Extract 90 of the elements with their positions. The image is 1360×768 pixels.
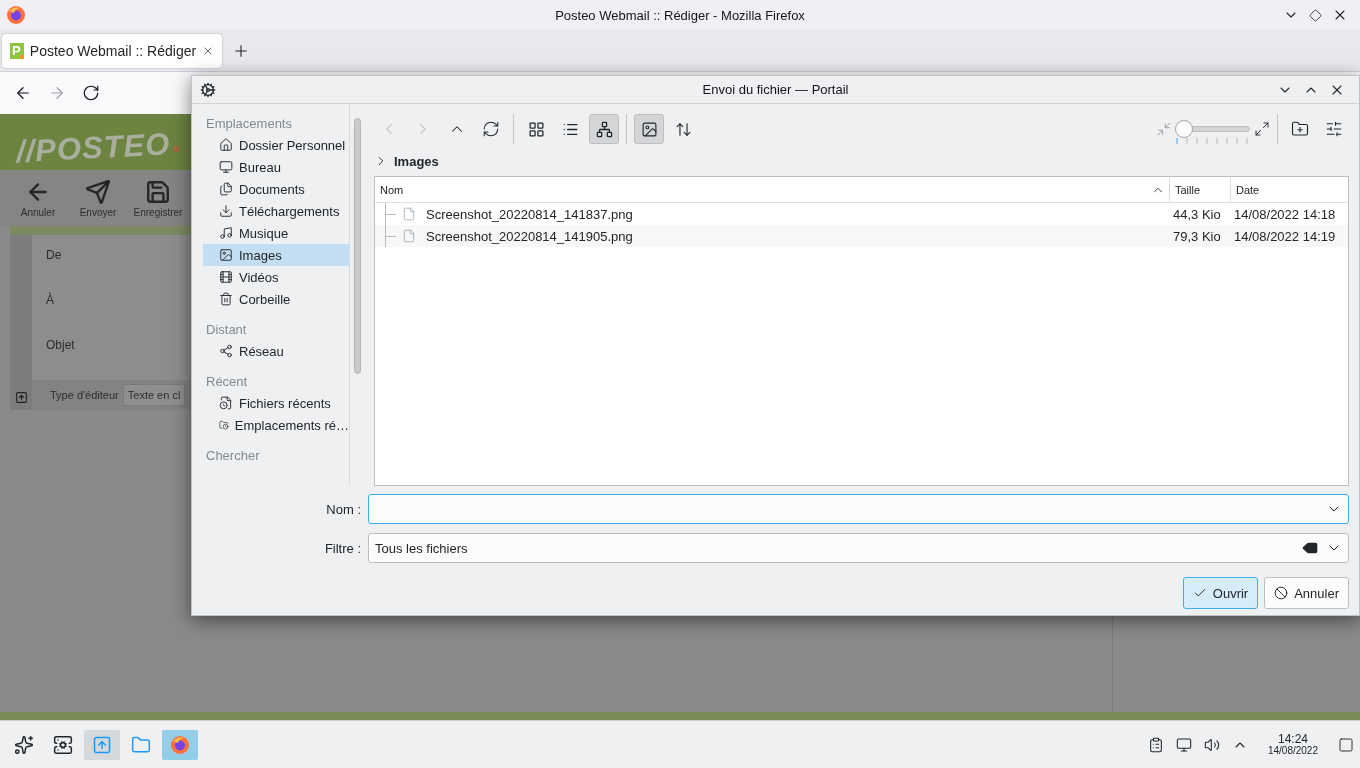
folder-plus-icon — [1291, 120, 1309, 138]
name-field[interactable] — [368, 494, 1349, 524]
tree-view-button[interactable] — [589, 114, 619, 144]
place-item[interactable]: Documents — [203, 178, 349, 200]
preview-button[interactable] — [634, 114, 664, 144]
toolbar-button[interactable]: Envoyer — [72, 178, 124, 218]
file-date: 14/08/2022 14:18 — [1233, 206, 1337, 222]
section-heading: Chercher — [205, 447, 261, 465]
scrollbar[interactable] — [354, 118, 361, 374]
network-icon[interactable] — [1175, 736, 1192, 753]
share-icon — [219, 344, 233, 358]
volume-icon[interactable] — [1203, 736, 1220, 753]
editor-type-select[interactable]: Texte en cl — [122, 384, 186, 406]
browser-icon — [6, 5, 26, 25]
grid-view-icon — [527, 120, 545, 138]
slider-ticks — [1176, 138, 1248, 144]
toolbar-button[interactable]: Annuler — [12, 178, 64, 218]
browser-tab[interactable]: P Posteo Webmail :: Rédiger — [2, 33, 222, 68]
file-name[interactable]: Screenshot_20220814_141905.png — [422, 228, 633, 244]
image-icon — [219, 248, 233, 262]
clipboard-icon[interactable] — [1147, 736, 1164, 753]
file-icon — [402, 207, 416, 221]
place-item[interactable]: Images — [203, 244, 349, 266]
field-label: Objet — [46, 338, 75, 352]
image-icon — [640, 120, 658, 138]
gear-icon — [200, 81, 216, 98]
system-monitor-icon — [53, 734, 73, 755]
favicon: P — [10, 42, 24, 59]
clear-icon[interactable] — [1302, 540, 1318, 556]
tab-title: Posteo Webmail :: Rédiger — [29, 42, 197, 59]
save-icon — [145, 178, 171, 205]
place-item[interactable]: Emplacements ré… — [203, 414, 349, 436]
music-icon — [219, 226, 233, 240]
place-item[interactable]: Réseau — [203, 340, 349, 362]
file-icon — [402, 229, 416, 243]
cancel-button[interactable]: Annuler — [1264, 577, 1349, 609]
slider-thumb[interactable] — [1175, 120, 1193, 138]
field-label: Type d'éditeur — [50, 389, 119, 401]
place-item[interactable]: Dossier Personnel — [203, 134, 349, 156]
place-item[interactable]: Musique — [203, 222, 349, 244]
zoom-in-icon[interactable] — [1254, 121, 1270, 137]
browser-icon — [170, 734, 190, 755]
monitor-icon — [219, 160, 233, 174]
download-icon — [219, 204, 233, 218]
folder-clock-icon — [219, 418, 229, 432]
home-icon — [219, 138, 233, 152]
open-button[interactable]: Ouvrir — [1182, 577, 1259, 609]
filter-field[interactable]: Tous les fichiers — [368, 533, 1349, 563]
place-item[interactable]: Fichiers récents — [203, 392, 349, 414]
app-icon — [92, 734, 112, 755]
send-icon — [85, 178, 111, 205]
place-item[interactable]: Corbeille — [203, 288, 349, 310]
dialog-title: Envoi du fichier — Portail — [702, 82, 849, 97]
column-header[interactable]: Date — [1230, 177, 1348, 202]
reload-icon[interactable] — [82, 84, 100, 102]
column-header[interactable]: Nom — [375, 177, 1169, 202]
file-name[interactable]: Screenshot_20220814_141837.png — [422, 206, 633, 222]
section-heading: Emplacements — [205, 115, 293, 133]
maximize-icon[interactable] — [1309, 8, 1322, 22]
launcher-icon — [14, 734, 34, 755]
cancel-icon — [1274, 586, 1289, 600]
file-date: 14/08/2022 14:19 — [1233, 228, 1337, 244]
check-icon — [1192, 586, 1207, 600]
zoom-slider[interactable] — [1176, 120, 1250, 138]
clock[interactable]: 14:24 14/08/2022 — [1259, 732, 1326, 757]
trash-icon — [219, 292, 233, 306]
breadcrumb[interactable]: Images — [394, 153, 439, 169]
folder-icon — [131, 734, 151, 755]
sort-icon — [674, 120, 692, 138]
back-icon[interactable] — [14, 84, 32, 102]
tree-view-icon — [595, 120, 613, 138]
toolbar-button[interactable]: Enregistrer — [132, 178, 184, 218]
file-clock-icon — [219, 396, 233, 410]
field-label: De — [46, 248, 62, 262]
place-item[interactable]: Vidéos — [203, 266, 349, 288]
film-icon — [219, 270, 233, 284]
file-size: 79,3 Kio — [1172, 228, 1222, 244]
file-size: 44,3 Kio — [1172, 206, 1222, 222]
column-header[interactable]: Taille — [1169, 177, 1230, 202]
field-label: À — [46, 293, 54, 307]
place-item[interactable]: Bureau — [203, 156, 349, 178]
place-item[interactable]: Téléchargements — [203, 200, 349, 222]
window-title: Posteo Webmail :: Rédiger - Mozilla Firefox — [555, 7, 805, 23]
field-label: Filtre : — [324, 540, 362, 556]
field-label: Nom : — [326, 501, 362, 517]
section-heading: Récent — [205, 373, 249, 391]
section-heading: Distant — [205, 321, 248, 339]
settings-icon — [1325, 120, 1343, 138]
documents-icon — [219, 182, 233, 196]
show-desktop-icon[interactable] — [1338, 736, 1354, 753]
